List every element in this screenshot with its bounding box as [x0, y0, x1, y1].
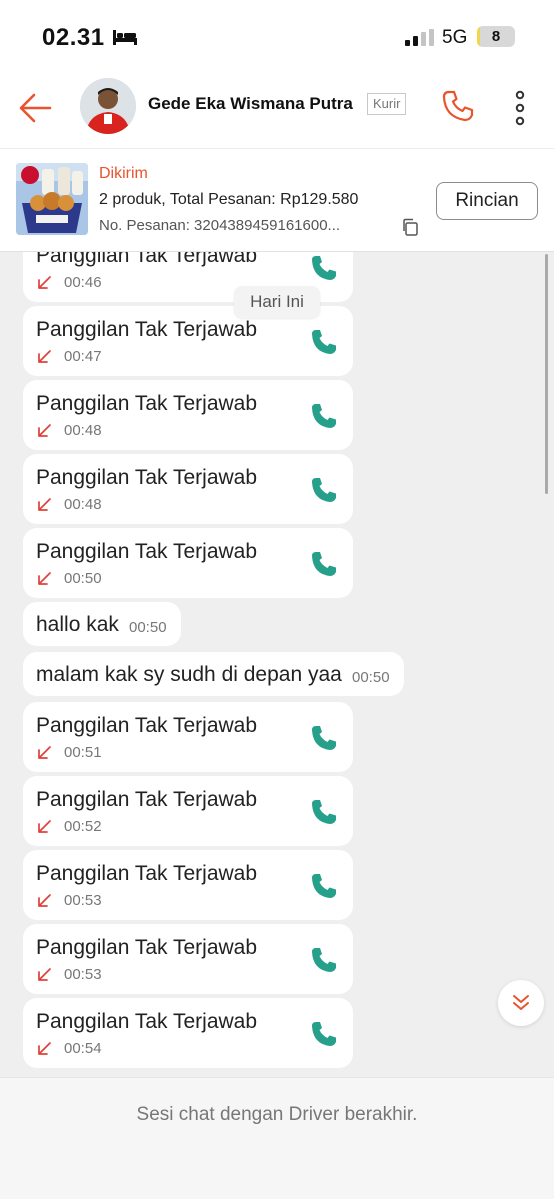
role-badge: Kurir [367, 93, 407, 115]
call-back-icon[interactable] [310, 476, 338, 504]
call-status-label: Panggilan Tak Terjawab [36, 466, 258, 489]
missed-call-message[interactable]: Panggilan Tak Terjawab 00:53 [23, 850, 353, 920]
chat-ended-notice: Sesi chat dengan Driver berakhir. [136, 1104, 418, 1125]
call-back-icon[interactable] [310, 402, 338, 430]
text-message[interactable]: malam kak sy sudh di depan yaa 00:50 [23, 652, 404, 696]
copy-icon [403, 218, 418, 236]
message-time: 00:53 [64, 892, 102, 909]
order-card[interactable]: Dikirim 2 produk, Total Pesanan: Rp129.5… [0, 148, 554, 252]
missed-call-icon [38, 894, 51, 907]
call-status-label: Panggilan Tak Terjawab [36, 714, 258, 737]
missed-call-message[interactable]: Panggilan Tak Terjawab 00:51 [23, 702, 353, 772]
missed-call-message[interactable]: Panggilan Tak Terjawab 00:52 [23, 776, 353, 846]
call-back-icon[interactable] [310, 872, 338, 900]
phone-icon [442, 90, 474, 122]
call-back-icon[interactable] [310, 254, 338, 282]
missed-call-icon [38, 424, 51, 437]
battery-level: 8 [491, 28, 501, 45]
back-button[interactable] [16, 88, 56, 128]
missed-call-icon [38, 968, 51, 981]
message-time: 00:46 [64, 274, 102, 291]
message-text: hallo kak [36, 613, 119, 636]
call-status-label: Panggilan Tak Terjawab [36, 392, 258, 415]
more-vertical-icon [515, 90, 525, 126]
more-options-button[interactable] [506, 88, 534, 128]
missed-call-message[interactable]: Panggilan Tak Terjawab 00:53 [23, 924, 353, 994]
call-status-label: Panggilan Tak Terjawab [36, 862, 258, 885]
order-detail-button[interactable]: Rincian [436, 182, 538, 220]
status-time: 02.31 [42, 24, 105, 51]
message-text: malam kak sy sudh di depan yaa [36, 663, 342, 686]
call-status-label: Panggilan Tak Terjawab [36, 252, 258, 267]
missed-call-message[interactable]: Panggilan Tak Terjawab 00:48 [23, 454, 353, 524]
message-time: 00:54 [64, 1040, 102, 1057]
call-back-icon[interactable] [310, 798, 338, 826]
text-message[interactable]: hallo kak 00:50 [23, 602, 181, 646]
missed-call-message[interactable]: Panggilan Tak Terjawab 00:48 [23, 380, 353, 450]
call-back-icon[interactable] [310, 328, 338, 356]
call-back-icon[interactable] [310, 724, 338, 752]
call-back-icon[interactable] [310, 1020, 338, 1048]
message-time: 00:47 [64, 348, 102, 365]
message-time: 00:50 [129, 619, 167, 636]
order-status: Dikirim [99, 165, 148, 182]
missed-call-icon [38, 350, 51, 363]
call-status-label: Panggilan Tak Terjawab [36, 1010, 258, 1033]
avatar[interactable] [80, 78, 136, 134]
message-time: 00:52 [64, 818, 102, 835]
bed-icon [112, 28, 138, 51]
signal-icon [405, 29, 435, 51]
missed-call-icon [38, 1042, 51, 1055]
call-status-label: Panggilan Tak Terjawab [36, 540, 258, 563]
missed-call-icon [38, 276, 51, 289]
battery-indicator: 8 [477, 26, 515, 47]
network-type: 5G [442, 27, 468, 48]
chat-ended-footer: Sesi chat dengan Driver berakhir. [0, 1077, 554, 1199]
missed-call-icon [38, 572, 51, 585]
scroll-to-bottom-button[interactable] [498, 980, 544, 1026]
missed-call-icon [38, 746, 51, 759]
copy-order-number-button[interactable] [401, 218, 419, 236]
message-time: 00:50 [64, 570, 102, 587]
message-time: 00:51 [64, 744, 102, 761]
message-time: 00:48 [64, 422, 102, 439]
missed-call-icon [38, 498, 51, 511]
chat-header: Gede Eka Wismana Putra Kurir [0, 72, 554, 148]
missed-call-message[interactable]: Panggilan Tak Terjawab 00:50 [23, 528, 353, 598]
call-status-label: Panggilan Tak Terjawab [36, 788, 258, 811]
order-product-image [16, 163, 88, 235]
chat-messages[interactable]: Panggilan Tak Terjawab 00:46 Panggilan Tak… [0, 252, 554, 1077]
driver-name: Gede Eka Wismana Putra [148, 94, 353, 113]
double-chevron-down-icon [513, 995, 529, 1010]
order-number: No. Pesanan: 3204389459161600... [99, 217, 341, 234]
message-time: 00:50 [352, 669, 390, 686]
message-time: 00:53 [64, 966, 102, 983]
call-back-icon[interactable] [310, 946, 338, 974]
status-bar: 02.31 5G 8 [0, 0, 554, 72]
call-button[interactable] [440, 88, 476, 124]
message-time: 00:48 [64, 496, 102, 513]
call-back-icon[interactable] [310, 550, 338, 578]
date-separator: Hari Ini [234, 286, 320, 318]
chat-scrollbar[interactable] [545, 254, 548, 494]
call-status-label: Panggilan Tak Terjawab [36, 318, 258, 341]
back-arrow-icon [19, 93, 52, 123]
missed-call-message[interactable]: Panggilan Tak Terjawab 00:54 [23, 998, 353, 1068]
missed-call-icon [38, 820, 51, 833]
call-status-label: Panggilan Tak Terjawab [36, 936, 258, 959]
order-summary: 2 produk, Total Pesanan: Rp129.580 [99, 191, 359, 208]
